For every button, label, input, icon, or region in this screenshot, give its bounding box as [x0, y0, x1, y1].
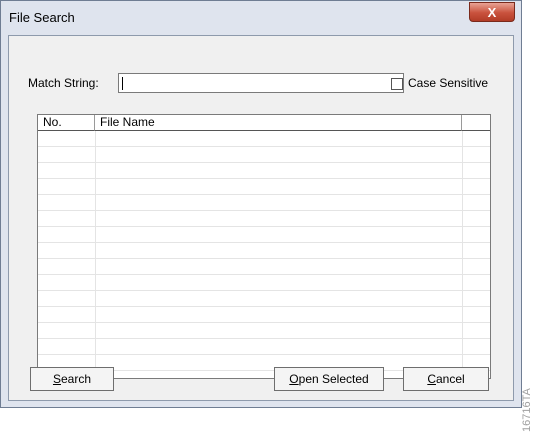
grid-line: [38, 146, 490, 147]
column-header-no[interactable]: No.: [38, 115, 95, 131]
file-list-rows: [38, 131, 490, 378]
search-label: earch: [60, 372, 92, 386]
grid-line: [38, 274, 490, 275]
grid-line: [38, 306, 490, 307]
case-sensitive-label[interactable]: Case Sensitive: [408, 76, 488, 90]
grid-line: [38, 242, 490, 243]
close-button[interactable]: X: [469, 2, 515, 22]
search-hotkey: S: [52, 372, 61, 386]
grid-line: [38, 290, 490, 291]
dialog-title: File Search: [9, 10, 75, 25]
grid-line: [38, 322, 490, 323]
close-icon: X: [487, 4, 497, 20]
column-header-filler: [462, 115, 490, 131]
column-header-file-name[interactable]: File Name: [95, 115, 462, 131]
grid-line: [38, 258, 490, 259]
cancel-label: ancel: [435, 372, 465, 386]
dialog-body: Match String: Case Sensitive No. File Na…: [8, 35, 514, 401]
match-string-input[interactable]: [118, 73, 404, 93]
case-sensitive-checkbox[interactable]: [391, 78, 403, 90]
search-button[interactable]: Search: [30, 367, 114, 391]
open-selected-label: pen Selected: [298, 372, 369, 386]
file-search-dialog: File Search X Match String: Case Sensiti…: [0, 0, 522, 408]
grid-line: [38, 210, 490, 211]
grid-line: [38, 226, 490, 227]
open-selected-button[interactable]: Open Selected: [274, 367, 384, 391]
cancel-hotkey: C: [427, 372, 436, 386]
grid-line: [38, 354, 490, 355]
text-caret: [122, 77, 123, 90]
grid-line: [38, 194, 490, 195]
open-selected-hotkey: O: [289, 372, 299, 386]
match-string-label: Match String:: [28, 76, 99, 90]
file-list[interactable]: No. File Name: [37, 114, 491, 379]
grid-line: [38, 178, 490, 179]
title-bar[interactable]: File Search X: [1, 1, 521, 35]
grid-line: [38, 338, 490, 339]
figure-code: 16716TA: [521, 388, 533, 432]
file-list-header: No. File Name: [38, 115, 490, 131]
cancel-button[interactable]: Cancel: [403, 367, 489, 391]
grid-line: [38, 162, 490, 163]
